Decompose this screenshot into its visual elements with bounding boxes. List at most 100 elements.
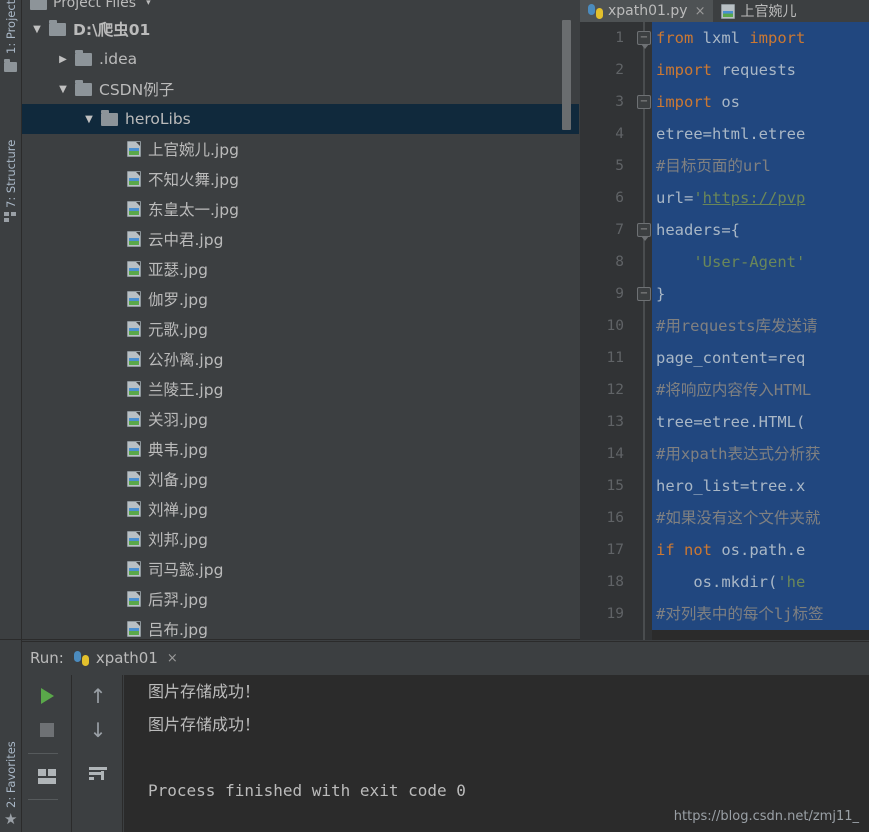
layout-button[interactable] [34, 763, 60, 789]
code-line[interactable]: etree=html.etree [652, 118, 869, 150]
fold-toggle-icon[interactable]: − [637, 31, 651, 49]
image-file-icon [127, 531, 141, 547]
ide-window: 1: Project 7: Structure 2: Favorites ★ ✦… [0, 0, 869, 832]
code-token: import [749, 29, 806, 47]
editor-code[interactable]: from lxml import import requests import os… [652, 22, 869, 640]
image-file-icon [127, 231, 141, 247]
code-token: headers={ [656, 221, 740, 239]
run-tab-xpath01[interactable]: xpath01 × [73, 649, 178, 667]
image-file-icon [127, 591, 141, 607]
tree-row-label: 关羽.jpg [148, 411, 208, 429]
code-token: os [721, 93, 740, 111]
code-token: #对列表中的每个lj标签 [656, 605, 824, 623]
toolbar-divider [28, 753, 58, 754]
tree-row[interactable]: ▶伽罗.jpg [22, 284, 579, 314]
code-line[interactable]: import requests [652, 54, 869, 86]
image-file-icon [127, 561, 141, 577]
editor-gutter[interactable]: 1 2 3 4 5 6 7 8 9 10 11 12 13 14 15 16 17 18 19 [580, 22, 660, 640]
tree-row[interactable]: ▶亚瑟.jpg [22, 254, 579, 284]
tree-row[interactable]: ▼ CSDN例子 [22, 74, 579, 104]
tree-row[interactable]: ▶刘备.jpg [22, 464, 579, 494]
run-toolbar-right: ↑ ↓ [73, 675, 123, 832]
fold-toggle-icon[interactable]: − [637, 287, 651, 301]
close-icon[interactable]: × [695, 4, 706, 19]
sidebar-item-project[interactable]: 1: Project [0, 0, 22, 54]
tab-xpath01-py[interactable]: xpath01.py × [580, 0, 714, 22]
code-line[interactable]: page_content=req [652, 342, 869, 374]
fold-toggle-icon[interactable]: − [637, 95, 651, 109]
sidebar-item-favorites[interactable]: 2: Favorites [0, 718, 22, 808]
chevron-down-icon[interactable]: ▾ [146, 0, 151, 8]
code-line[interactable]: #对列表中的每个lj标签 [652, 598, 869, 630]
code-line[interactable]: if not os.path.e [652, 534, 869, 566]
tree-row[interactable]: ▶刘邦.jpg [22, 524, 579, 554]
tree-row[interactable]: ▶东皇太一.jpg [22, 194, 579, 224]
code-line[interactable]: #如果没有这个文件夹就 [652, 502, 869, 534]
tree-row[interactable]: ▶后羿.jpg [22, 584, 579, 614]
chevron-down-icon[interactable]: ▼ [30, 24, 44, 35]
run-panel-header: Run: xpath01 × [22, 641, 869, 675]
code-token: #将响应内容传入HTML [656, 381, 812, 399]
code-line[interactable]: #目标页面的url [652, 150, 869, 182]
code-line[interactable]: os.mkdir('he [652, 566, 869, 598]
tree-row[interactable]: ▶上官婉儿.jpg [22, 134, 579, 164]
rerun-button[interactable] [34, 683, 60, 709]
tree-row[interactable]: ▶ .idea [22, 44, 579, 74]
image-file-icon [127, 411, 141, 427]
code-line[interactable]: import os [652, 86, 869, 118]
code-line[interactable]: url='https://pvp [652, 182, 869, 214]
tree-row[interactable]: ▶刘禅.jpg [22, 494, 579, 524]
tree-row[interactable]: ▶元歌.jpg [22, 314, 579, 344]
project-tree[interactable]: ▼D:\爬虫01▶.idea▼CSDN例子▼heroLibs▶上官婉儿.jpg▶… [22, 14, 579, 640]
tree-row[interactable]: ▶云中君.jpg [22, 224, 579, 254]
tree-row[interactable]: ▶关羽.jpg [22, 404, 579, 434]
line-number: 12 [606, 382, 624, 398]
chevron-right-icon[interactable]: ▶ [56, 54, 70, 65]
down-button[interactable]: ↓ [85, 717, 111, 743]
line-number: 17 [606, 542, 624, 558]
project-files-header[interactable]: Project Files ▾ [22, 0, 579, 14]
run-tool-window: Run: xpath01 × ↑ ↓ 图片存储成功！ 图片存储成功！ Proce… [22, 641, 869, 832]
code-line[interactable]: from lxml import [652, 22, 869, 54]
code-line[interactable]: #用requests库发送请 [652, 310, 869, 342]
tree-row[interactable]: ▼ heroLibs [22, 104, 579, 134]
code-line[interactable]: #将响应内容传入HTML [652, 374, 869, 406]
code-line[interactable]: hero_list=tree.x [652, 470, 869, 502]
tree-row[interactable]: ▶不知火舞.jpg [22, 164, 579, 194]
code-line[interactable]: } [652, 278, 869, 310]
image-file-icon [127, 471, 141, 487]
tree-row[interactable]: ▶典韦.jpg [22, 434, 579, 464]
window-layout-icon [38, 768, 56, 784]
tree-row[interactable]: ▶司马懿.jpg [22, 554, 579, 584]
tree-scrollbar[interactable] [562, 20, 571, 130]
soft-wrap-button[interactable] [85, 761, 111, 787]
code-token: etree=html.etree [656, 125, 806, 143]
tree-row[interactable]: ▼ D:\爬虫01 [22, 14, 579, 44]
code-line[interactable]: headers={ [652, 214, 869, 246]
line-number: 6 [615, 190, 624, 206]
tree-row[interactable]: ▶公孙离.jpg [22, 344, 579, 374]
sidebar-item-structure-label: 7: Structure [4, 139, 18, 208]
code-line[interactable]: 'User-Agent' [652, 246, 869, 278]
up-button[interactable]: ↑ [85, 683, 111, 709]
code-line[interactable]: #用xpath表达式分析获 [652, 438, 869, 470]
tree-row[interactable]: ▶吕布.jpg [22, 614, 579, 640]
code-token: 'User-Agent' [656, 253, 806, 271]
stop-button[interactable] [34, 717, 60, 743]
python-file-icon [588, 3, 603, 19]
code-line[interactable]: tree=etree.HTML( [652, 406, 869, 438]
chevron-down-icon[interactable]: ▼ [56, 84, 70, 95]
tab-shangguanwaner-image[interactable]: 上官婉儿 [713, 0, 804, 22]
line-number: 3 [615, 94, 624, 110]
line-number: 5 [615, 158, 624, 174]
fold-toggle-icon[interactable]: − [637, 223, 651, 241]
line-number: 16 [606, 510, 624, 526]
arrow-down-icon: ↓ [89, 718, 107, 742]
sidebar-item-structure[interactable]: 7: Structure [0, 118, 22, 208]
image-file-icon [127, 171, 141, 187]
close-icon[interactable]: × [167, 651, 178, 666]
tree-row[interactable]: ▶兰陵王.jpg [22, 374, 579, 404]
chevron-down-icon[interactable]: ▼ [82, 114, 96, 125]
watermark: https://blog.csdn.net/zmj11_ [673, 809, 859, 824]
